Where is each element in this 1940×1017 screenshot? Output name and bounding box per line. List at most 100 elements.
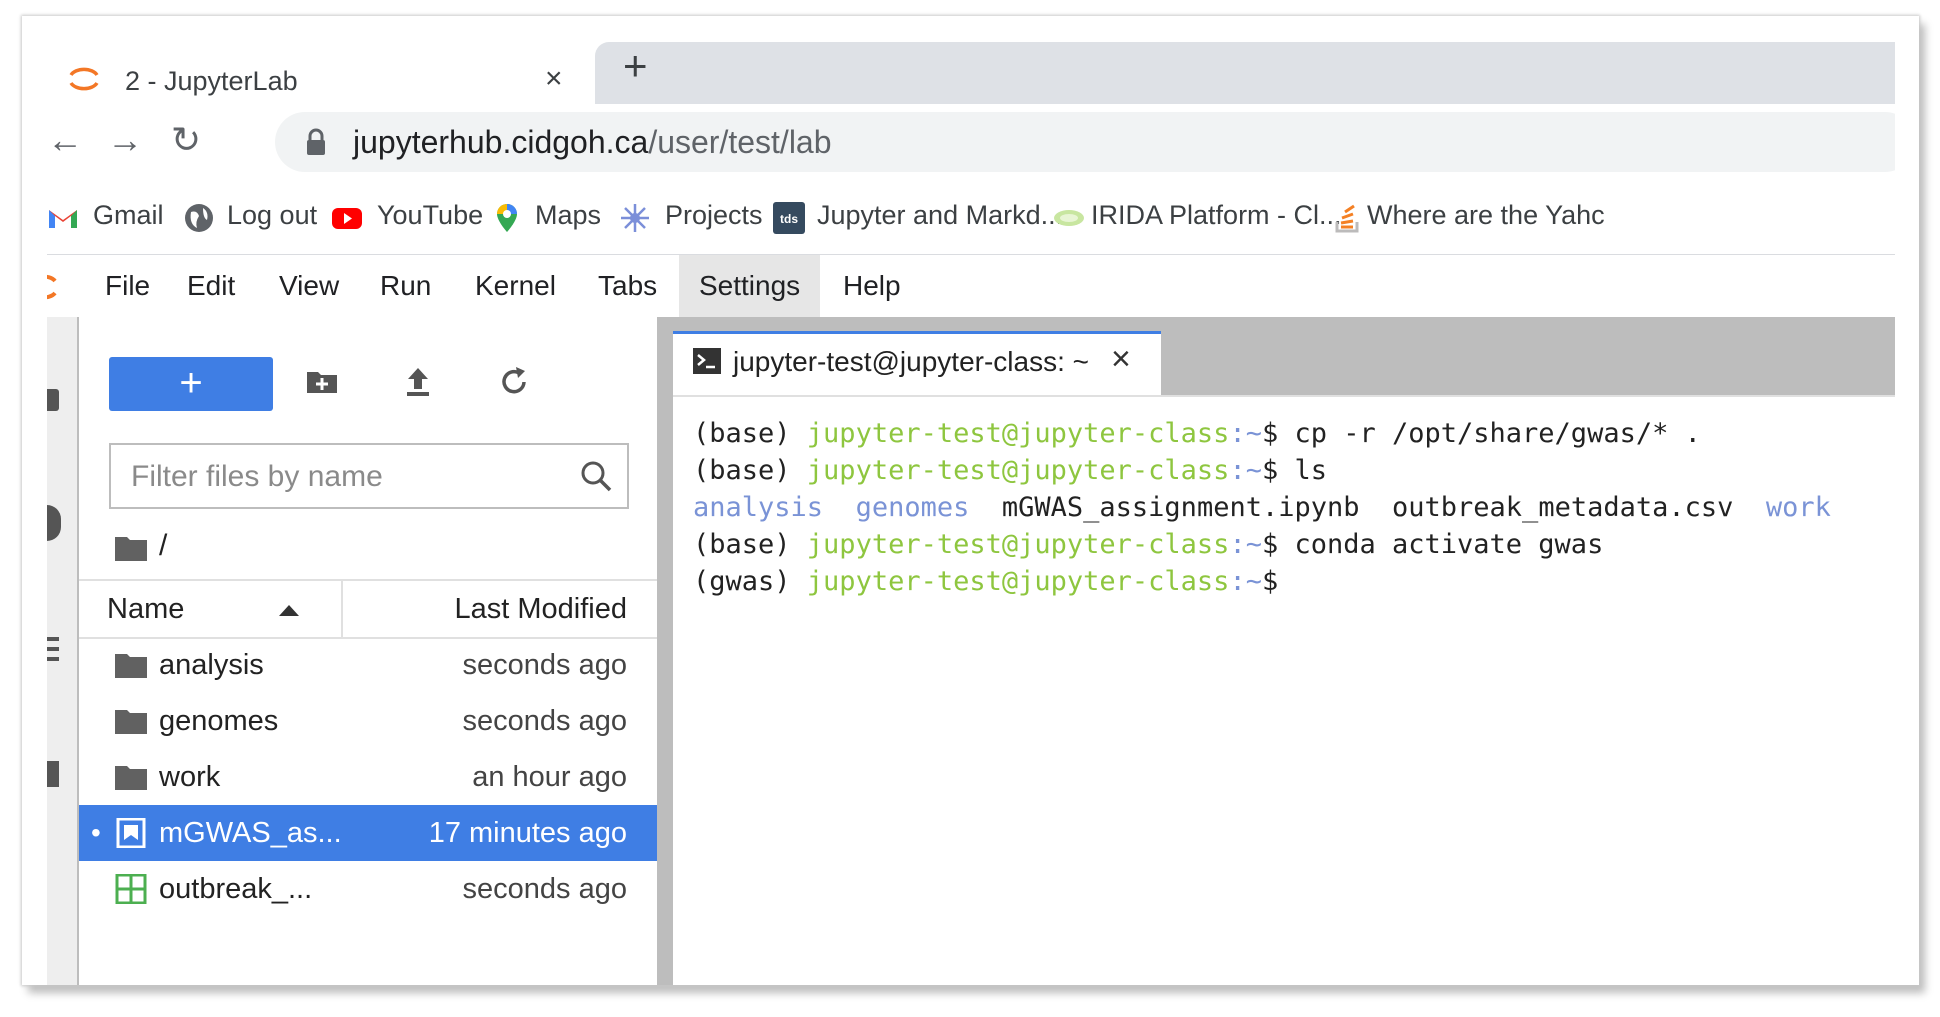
prompt-symbol: $: [1261, 566, 1279, 597]
prompt-symbol: $: [1261, 529, 1295, 560]
url-host: jupyterhub.cidgoh.ca: [353, 124, 649, 160]
terminal-output[interactable]: (base) jupyter-test@jupyter-class:~$ cp …: [673, 395, 1895, 985]
file-modified: seconds ago: [462, 705, 627, 737]
close-tab-icon[interactable]: ×: [545, 62, 563, 96]
file-list-header: Name Last Modified: [79, 579, 657, 639]
file-row[interactable]: outbreak_... seconds ago: [79, 861, 657, 917]
file-modified: seconds ago: [462, 873, 627, 905]
running-indicator: •: [91, 817, 101, 848]
upload-icon[interactable]: [401, 365, 435, 399]
extension-tab-icon[interactable]: [47, 761, 59, 787]
command-text: conda activate gwas: [1294, 529, 1604, 560]
conda-env: (base): [693, 418, 807, 449]
new-tab-button[interactable]: +: [623, 45, 648, 87]
main-tab-bar: jupyter-test@jupyter-class: ~ ×: [673, 317, 1895, 395]
sort-ascending-icon: [279, 605, 299, 616]
bookmarks-bar: Gmail Log out YouTube Maps Projects tds …: [47, 180, 1895, 255]
terminal-line: (base) jupyter-test@jupyter-class:~$ cp …: [673, 415, 1895, 452]
bookmark-maps[interactable]: Maps: [535, 200, 601, 231]
home-folder-icon[interactable]: [115, 535, 147, 561]
file-name: mGWAS_as...: [159, 817, 342, 849]
globe-icon: [185, 204, 213, 232]
browser-toolbar: ← → ↻ jupyterhub.cidgoh.ca/user/test/lab: [47, 104, 1895, 180]
file-browser: + / Name Last Modified: [79, 317, 673, 985]
svg-text:tds: tds: [780, 212, 798, 226]
terminal-line: (gwas) jupyter-test@jupyter-class:~$: [673, 563, 1895, 600]
filter-files-input[interactable]: [129, 453, 553, 501]
url-text: jupyterhub.cidgoh.ca/user/test/lab: [353, 124, 832, 161]
prompt-path: :~: [1229, 455, 1262, 486]
menu-file[interactable]: File: [105, 255, 150, 317]
conda-env: (base): [693, 529, 807, 560]
bookmark-where-are-the[interactable]: Where are the Yahc: [1367, 200, 1605, 231]
prompt-path: :~: [1229, 418, 1262, 449]
prompt-symbol: $: [1261, 418, 1295, 449]
terminal-tab[interactable]: jupyter-test@jupyter-class: ~ ×: [673, 331, 1161, 395]
bookmark-log-out[interactable]: Log out: [227, 200, 317, 231]
commands-tab-icon[interactable]: [47, 637, 59, 641]
spreadsheet-icon: [115, 874, 147, 904]
column-name-header[interactable]: Name: [107, 593, 184, 626]
ls-file: outbreak_metadata.csv: [1392, 492, 1734, 523]
file-row[interactable]: genomes seconds ago: [79, 693, 657, 749]
bookmark-jupyter-markdown[interactable]: Jupyter and Markd...: [817, 200, 1063, 231]
menu-tabs[interactable]: Tabs: [598, 255, 657, 317]
refresh-icon[interactable]: [497, 365, 531, 399]
file-name: analysis: [159, 649, 264, 681]
bookmark-gmail[interactable]: Gmail: [93, 200, 164, 231]
forward-button[interactable]: →: [107, 120, 143, 160]
ls-dir: analysis: [693, 492, 824, 523]
command-text: ls: [1294, 455, 1327, 486]
ls-file: mGWAS_assignment.ipynb: [1001, 492, 1360, 523]
terminal-tab-label: jupyter-test@jupyter-class: ~: [733, 346, 1089, 377]
back-button[interactable]: ←: [47, 120, 83, 160]
conda-env: (base): [693, 455, 807, 486]
close-icon[interactable]: ×: [1111, 340, 1131, 379]
address-bar[interactable]: jupyterhub.cidgoh.ca/user/test/lab: [275, 112, 1895, 172]
menu-kernel[interactable]: Kernel: [475, 255, 556, 317]
new-folder-icon[interactable]: [305, 365, 339, 399]
running-tab-icon[interactable]: [47, 505, 61, 541]
jupyter-menu-bar: File Edit View Run Kernel Tabs Settings …: [47, 255, 1895, 317]
file-name: genomes: [159, 705, 279, 737]
file-row-selected[interactable]: • mGWAS_as... 17 minutes ago: [79, 805, 657, 861]
file-name: outbreak_...: [159, 873, 313, 905]
bookmark-irida[interactable]: IRIDA Platform - Cl...: [1091, 200, 1342, 231]
folder-tab-icon[interactable]: [47, 389, 59, 411]
conda-env: (gwas): [693, 566, 807, 597]
bookmark-youtube[interactable]: YouTube: [377, 200, 483, 231]
tab-strip-background: [595, 42, 1895, 104]
terminal-line: (base) jupyter-test@jupyter-class:~$ ls: [673, 452, 1895, 489]
prompt-symbol: $: [1261, 455, 1295, 486]
breadcrumb-root[interactable]: /: [159, 529, 167, 563]
browser-tab[interactable]: 2 - JupyterLab ×: [47, 36, 595, 104]
search-icon: [581, 461, 612, 492]
reload-button[interactable]: ↻: [171, 120, 201, 160]
file-name: work: [159, 761, 221, 793]
menu-edit[interactable]: Edit: [187, 255, 235, 317]
menu-view[interactable]: View: [279, 255, 339, 317]
file-modified: an hour ago: [472, 761, 627, 793]
jupyter-logo-icon: [47, 274, 57, 300]
folder-icon: [115, 654, 147, 678]
bookmark-projects[interactable]: Projects: [665, 200, 763, 231]
stackoverflow-icon: [1335, 204, 1359, 233]
menu-help[interactable]: Help: [843, 255, 901, 317]
file-modified: seconds ago: [462, 649, 627, 681]
main-dock-area: jupyter-test@jupyter-class: ~ × (base) j…: [673, 317, 1895, 985]
jupyter-logo-icon: [69, 67, 99, 91]
prompt-path: :~: [1229, 529, 1262, 560]
menu-settings[interactable]: Settings: [679, 255, 821, 317]
gmail-icon: [49, 210, 77, 228]
new-launcher-button[interactable]: +: [109, 357, 273, 411]
folder-icon: [115, 710, 147, 734]
menu-run[interactable]: Run: [380, 255, 431, 317]
prompt-host: jupyter-test@jupyter-class: [806, 529, 1230, 560]
file-row[interactable]: analysis seconds ago: [79, 637, 657, 693]
column-divider[interactable]: [341, 581, 343, 637]
tab-strip: 2 - JupyterLab × +: [47, 16, 1895, 104]
irida-icon: [1054, 210, 1084, 226]
notebook-icon: [116, 818, 146, 848]
file-row[interactable]: work an hour ago: [79, 749, 657, 805]
column-modified-header[interactable]: Last Modified: [455, 593, 628, 626]
